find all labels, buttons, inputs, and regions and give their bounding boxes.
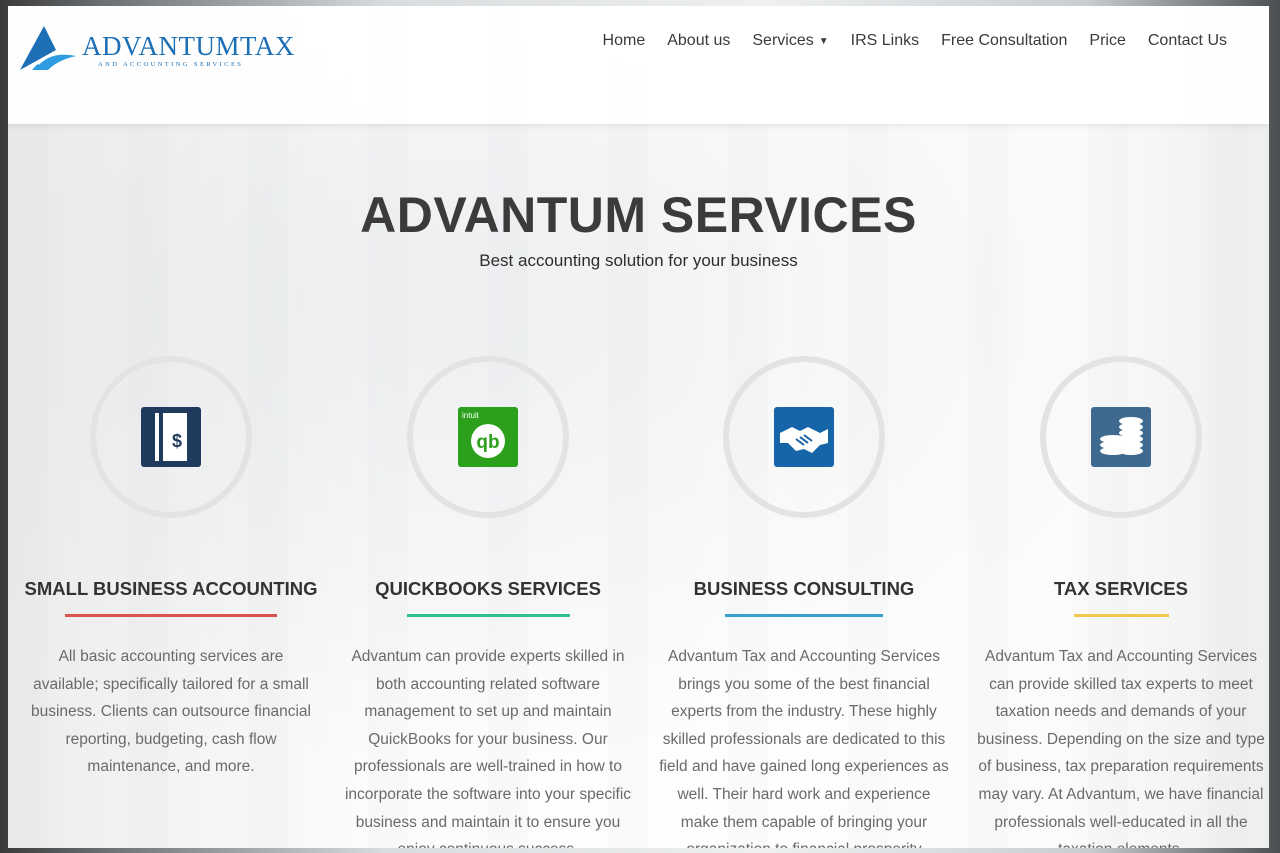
nav-home[interactable]: Home xyxy=(603,32,646,50)
service-quickbooks: intuit qb QUICKBOOKS SERVICES Advantum c… xyxy=(340,356,636,848)
caret-down-icon: ▼ xyxy=(818,35,829,47)
service-icon-circle: $ xyxy=(90,356,252,518)
service-business-consulting: BUSINESS CONSULTING Advantum Tax and Acc… xyxy=(656,356,952,848)
title-underline xyxy=(406,614,570,617)
nav-services-label: Services xyxy=(752,32,814,49)
service-title: TAX SERVICES xyxy=(1054,578,1188,599)
title-underline xyxy=(65,614,277,617)
page-subtitle: Best accounting solution for your busine… xyxy=(479,251,798,270)
nav-price-label: Price xyxy=(1089,32,1126,49)
main-nav: Home About us Services ▼ IRS Links Free C… xyxy=(603,32,1227,50)
site-logo[interactable]: ADVANTUMTAX AND ACCOUNTING SERVICES xyxy=(18,20,294,76)
svg-text:$: $ xyxy=(172,431,182,451)
nav-contact-us-label: Contact Us xyxy=(1147,32,1227,49)
qb-mark: qb xyxy=(476,432,499,453)
page-title: ADVANTUM SERVICES xyxy=(360,187,917,243)
coin-stack-icon xyxy=(1091,407,1151,467)
service-icon-circle xyxy=(723,356,885,518)
site-header: ADVANTUMTAX AND ACCOUNTING SERVICES Home… xyxy=(8,6,1269,124)
nav-free-consultation[interactable]: Free Consultation xyxy=(941,32,1067,50)
handshake-icon xyxy=(774,407,834,467)
logo-mark-icon xyxy=(20,26,76,70)
logo-tagline: AND ACCOUNTING SERVICES xyxy=(98,61,244,68)
logo-wordmark: ADVANTUMTAX xyxy=(82,31,295,61)
service-icon-circle: intuit qb xyxy=(407,356,569,518)
nav-irs-links[interactable]: IRS Links xyxy=(851,32,919,50)
nav-home-label: Home xyxy=(602,32,646,49)
ledger-dollar-icon: $ xyxy=(141,407,201,467)
intuit-label: intuit xyxy=(462,411,480,420)
service-description: Advantum Tax and Accounting Services bri… xyxy=(659,648,949,848)
nav-about-us-label: About us xyxy=(667,32,731,49)
nav-irs-links-label: IRS Links xyxy=(850,32,920,49)
page: ADVANTUMTAX AND ACCOUNTING SERVICES Home… xyxy=(8,6,1269,848)
nav-free-consultation-label: Free Consultation xyxy=(941,32,1068,49)
service-description: Advantum can provide experts skilled in … xyxy=(344,648,632,848)
service-tax: TAX SERVICES Advantum Tax and Accounting… xyxy=(973,356,1269,848)
nav-about-us[interactable]: About us xyxy=(667,32,730,50)
nav-services[interactable]: Services ▼ xyxy=(752,32,828,50)
service-title: SMALL BUSINESS ACCOUNTING xyxy=(24,578,318,599)
service-title: QUICKBOOKS SERVICES xyxy=(375,578,601,599)
service-icon-circle xyxy=(1040,356,1202,518)
title-underline xyxy=(1073,614,1169,617)
service-description: All basic accounting services are availa… xyxy=(30,648,311,776)
quickbooks-icon: intuit qb xyxy=(458,407,518,467)
title-underline xyxy=(725,614,883,617)
service-title: BUSINESS CONSULTING xyxy=(693,578,915,599)
nav-contact-us[interactable]: Contact Us xyxy=(1148,32,1227,50)
nav-price[interactable]: Price xyxy=(1089,32,1125,50)
service-small-business-accounting: $ SMALL BUSINESS ACCOUNTING All basic ac… xyxy=(23,356,319,781)
service-description: Advantum Tax and Accounting Services can… xyxy=(977,648,1265,848)
